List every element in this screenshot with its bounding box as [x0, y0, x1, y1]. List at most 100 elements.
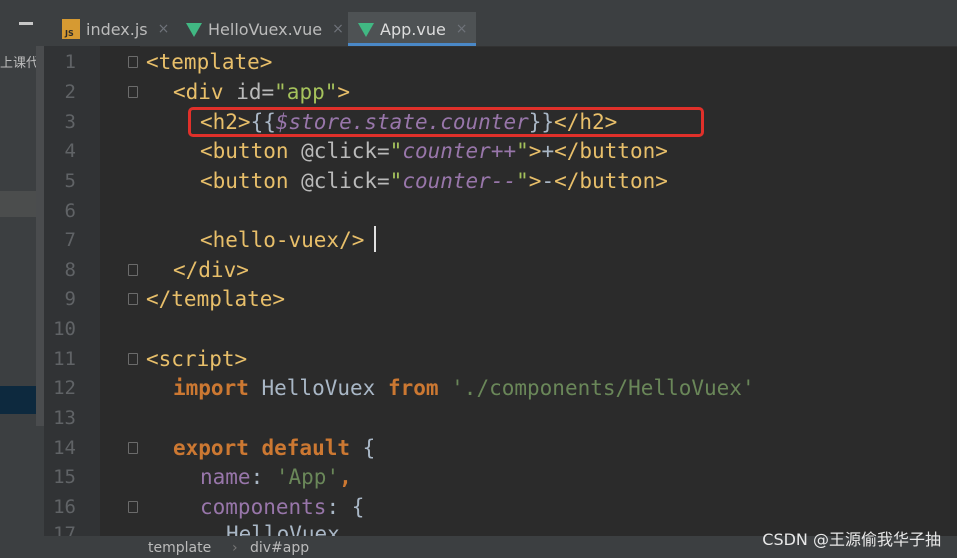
code-token-keyword: export	[173, 436, 249, 460]
code-token-punct: :	[250, 465, 276, 489]
line-number: 11	[53, 348, 76, 370]
code-token-tag: </template>	[146, 287, 286, 311]
project-panel: 上课代	[0, 46, 45, 558]
tab-label: HelloVuex.vue	[208, 19, 323, 39]
code-token-punct: :	[326, 495, 352, 519]
code-token-string: "	[389, 139, 403, 163]
text-caret	[374, 226, 376, 252]
line-number: 7	[64, 229, 76, 251]
minimize-panel-button[interactable]	[14, 16, 38, 30]
code-line-12[interactable]: import HelloVuex from './components/Hell…	[173, 373, 755, 403]
code-token-tag: </button>	[554, 139, 668, 163]
code-token-tag: <button	[200, 139, 302, 163]
line-number: 3	[64, 111, 76, 133]
fold-marker-icon[interactable]	[128, 56, 138, 68]
code-token-string: "	[389, 169, 403, 193]
code-line-8[interactable]: </div>	[173, 255, 249, 285]
code-line-1[interactable]: <template>	[146, 47, 272, 77]
tab-hellovuex-vue[interactable]: HelloVuex.vue ×	[176, 12, 354, 46]
code-token-keyword: import	[173, 376, 249, 400]
code-line-5[interactable]: <button @click="counter--">-</button>	[200, 166, 668, 196]
line-number: 5	[64, 170, 76, 192]
code-line-17[interactable]: HelloVuex	[226, 519, 340, 536]
minus-icon	[19, 21, 33, 25]
breadcrumb-item-template[interactable]: template	[148, 540, 211, 556]
code-token-expression: counter++	[402, 139, 517, 163]
panel-scrollbar[interactable]	[36, 46, 44, 426]
project-tree-selected-row[interactable]	[0, 386, 36, 414]
line-number: 4	[64, 140, 76, 162]
code-line-11[interactable]: <script>	[146, 344, 247, 374]
code-token-key: components	[200, 495, 327, 519]
code-token-expression: counter--	[402, 169, 517, 193]
code-token-keyword: from	[387, 376, 439, 400]
code-token-identifier: HelloVuex	[226, 522, 340, 536]
line-number: 2	[64, 81, 76, 103]
annotation-highlight-box	[188, 107, 704, 137]
code-token-punct: {	[351, 495, 365, 519]
code-token-identifier: HelloVuex	[248, 376, 388, 400]
line-number: 13	[53, 407, 76, 429]
code-token-text: -	[541, 169, 555, 193]
fold-marker-icon[interactable]	[128, 501, 138, 513]
close-icon[interactable]: ×	[332, 21, 344, 37]
project-tree-row[interactable]	[0, 191, 36, 217]
line-number: 17	[53, 523, 76, 536]
code-token-string: './components/HelloVuex'	[438, 376, 755, 400]
code-token-string: "	[516, 139, 529, 163]
fold-marker-icon[interactable]	[128, 264, 138, 276]
code-token-tag: <template>	[146, 50, 273, 74]
tab-index-js[interactable]: JS index.js ×	[52, 12, 179, 46]
fold-marker-icon[interactable]	[128, 353, 138, 365]
code-token-key: name	[200, 465, 251, 489]
line-number: 1	[64, 51, 76, 73]
code-token-tag: <script>	[146, 347, 248, 371]
code-token-punct: {	[350, 436, 376, 460]
code-line-14[interactable]: export default {	[173, 433, 375, 463]
code-line-9[interactable]: </template>	[146, 284, 285, 314]
code-token-string: "app"	[274, 80, 338, 104]
ide-window: JS index.js × HelloVuex.vue × App.vue × …	[0, 0, 957, 558]
fold-marker-icon[interactable]	[128, 442, 138, 454]
fold-gutter	[100, 46, 140, 536]
code-token-tag: >	[337, 80, 351, 104]
breadcrumb-item-div-app[interactable]: div#app	[250, 540, 309, 556]
line-number: 14	[53, 437, 76, 459]
close-icon[interactable]: ×	[158, 21, 170, 37]
code-token-attr: id=	[236, 80, 275, 104]
code-token-tag: >	[528, 139, 542, 163]
code-token-attr: @click=	[301, 139, 390, 163]
code-line-7[interactable]: <hello-vuex/>	[200, 225, 364, 255]
line-number: 15	[53, 466, 76, 488]
line-number: 6	[64, 200, 76, 222]
tab-label: App.vue	[380, 19, 446, 39]
code-token-tag: <button	[200, 169, 302, 193]
code-line-16[interactable]: components: {	[200, 492, 364, 522]
code-token-tag: </div>	[173, 258, 249, 282]
code-token-keyword: default	[248, 436, 351, 460]
tab-app-vue[interactable]: App.vue ×	[348, 12, 476, 46]
vue-file-icon	[186, 23, 202, 37]
js-file-icon: JS	[62, 19, 80, 39]
watermark-text: CSDN @王源偷我华子抽	[762, 530, 941, 549]
line-number: 16	[53, 496, 76, 518]
line-number: 8	[64, 259, 76, 281]
breadcrumb-separator: ›	[232, 540, 238, 556]
code-token-tag: <hello-vuex/>	[200, 228, 365, 252]
line-number: 9	[64, 288, 76, 310]
code-line-15[interactable]: name: 'App',	[200, 462, 352, 492]
code-token-tag: >	[528, 169, 542, 193]
code-token-string: 'App'	[275, 465, 340, 489]
fold-marker-icon[interactable]	[128, 86, 138, 98]
code-line-2[interactable]: <div id="app">	[173, 77, 350, 107]
code-token-attr: @click=	[301, 169, 390, 193]
code-line-4[interactable]: <button @click="counter++">+</button>	[200, 136, 668, 166]
fold-marker-icon[interactable]	[128, 293, 138, 305]
code-token-text: +	[541, 139, 555, 163]
code-token-string: "	[516, 169, 529, 193]
vue-file-icon	[358, 23, 374, 37]
tab-label: index.js	[86, 19, 148, 39]
code-token-tag: <div	[173, 80, 237, 104]
editor-tab-bar: JS index.js × HelloVuex.vue × App.vue ×	[0, 0, 957, 47]
close-icon[interactable]: ×	[456, 21, 468, 37]
